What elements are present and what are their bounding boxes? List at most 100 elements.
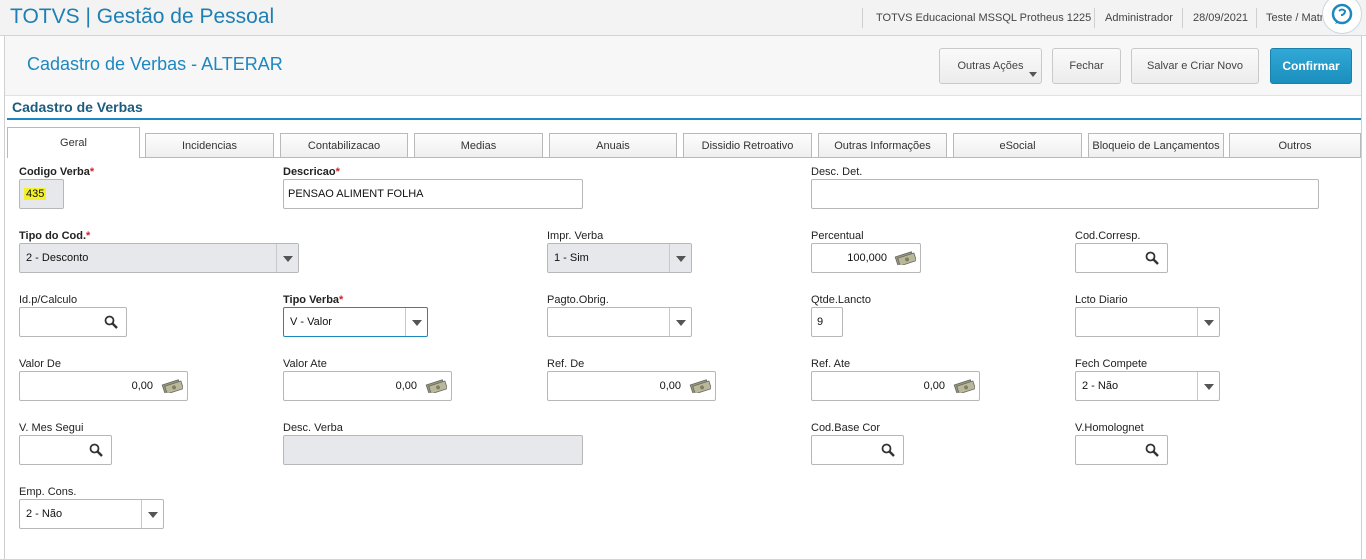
tab-anuais[interactable]: Anuais bbox=[549, 133, 677, 157]
ref-ate-field[interactable]: 0,00 bbox=[811, 371, 980, 401]
money-icon[interactable] bbox=[953, 379, 975, 393]
chevron-down-icon[interactable] bbox=[669, 308, 691, 336]
fech-compete-value: 2 - Não bbox=[1082, 380, 1119, 392]
frame-border bbox=[1361, 36, 1362, 559]
user-label[interactable]: Administrador bbox=[1105, 0, 1173, 36]
ref-de-field[interactable]: 0,00 bbox=[547, 371, 716, 401]
cod-corresp-field[interactable] bbox=[1075, 243, 1168, 273]
tab-divider bbox=[7, 157, 1361, 158]
emp-cons-value: 2 - Não bbox=[26, 508, 63, 520]
confirm-button[interactable]: Confirmar bbox=[1270, 48, 1352, 84]
tipo-verba-label: Tipo Verba* bbox=[283, 294, 344, 306]
id-calculo-field[interactable] bbox=[19, 307, 127, 337]
lcto-diario-select[interactable] bbox=[1075, 307, 1220, 337]
top-header: TOTVS | Gestão de Pessoal TOTVS Educacio… bbox=[0, 0, 1366, 36]
valor-de-field[interactable]: 0,00 bbox=[19, 371, 188, 401]
divider bbox=[1094, 8, 1095, 28]
money-icon[interactable] bbox=[425, 379, 447, 393]
environment-label: TOTVS Educacional MSSQL Protheus 1225 bbox=[876, 12, 1092, 24]
qtde-lancto-field[interactable]: 9 bbox=[811, 307, 843, 337]
codigo-verba-label: Codigo Verba* bbox=[19, 166, 95, 178]
divider bbox=[862, 8, 863, 28]
chat-icon bbox=[1331, 3, 1353, 25]
other-actions-label: Outras Ações bbox=[957, 60, 1024, 72]
money-icon[interactable] bbox=[161, 379, 183, 393]
chevron-down-icon[interactable] bbox=[276, 244, 298, 272]
chevron-down-icon[interactable] bbox=[1197, 308, 1219, 336]
chevron-down-icon[interactable] bbox=[1197, 372, 1219, 400]
money-icon[interactable] bbox=[894, 251, 916, 265]
tipo-cod-select[interactable]: 2 - Desconto bbox=[19, 243, 299, 273]
emp-cons-select[interactable]: 2 - Não bbox=[19, 499, 164, 529]
tipo-cod-label: Tipo do Cod.* bbox=[19, 230, 91, 242]
desc-verba-label: Desc. Verba bbox=[283, 422, 343, 434]
chevron-down-icon[interactable] bbox=[141, 500, 163, 528]
search-icon[interactable] bbox=[1145, 443, 1159, 457]
tipo-verba-value: V - Valor bbox=[290, 316, 332, 328]
ref-ate-label: Ref. Ate bbox=[811, 358, 851, 370]
search-icon[interactable] bbox=[1145, 251, 1159, 265]
descricao-field[interactable]: PENSAO ALIMENT FOLHA bbox=[283, 179, 583, 209]
page-title: Cadastro de Verbas - ALTERAR bbox=[27, 54, 283, 74]
descricao-value: PENSAO ALIMENT FOLHA bbox=[288, 188, 424, 200]
frame-border bbox=[4, 36, 5, 559]
tipo-cod-value: 2 - Desconto bbox=[26, 252, 89, 264]
divider bbox=[1182, 8, 1183, 28]
close-button[interactable]: Fechar bbox=[1052, 48, 1121, 84]
v-mes-segui-field[interactable] bbox=[19, 435, 112, 465]
ref-ate-value: 0,00 bbox=[923, 380, 945, 392]
tab-geral[interactable]: Geral bbox=[7, 127, 140, 158]
desc-verba-field[interactable] bbox=[283, 435, 583, 465]
pagto-obrig-select[interactable] bbox=[547, 307, 692, 337]
tab-dissidio-retroativo[interactable]: Dissidio Retroativo bbox=[683, 133, 812, 157]
branch-label[interactable]: Teste / Matr bbox=[1266, 0, 1323, 36]
chevron-down-icon[interactable] bbox=[405, 308, 427, 336]
qtde-lancto-value: 9 bbox=[817, 316, 824, 328]
save-and-new-button[interactable]: Salvar e Criar Novo bbox=[1131, 48, 1259, 84]
other-actions-button[interactable]: Outras Ações bbox=[939, 48, 1042, 84]
v-mes-segui-label: V. Mes Segui bbox=[19, 422, 84, 434]
fech-compete-select[interactable]: 2 - Não bbox=[1075, 371, 1220, 401]
valor-ate-field[interactable]: 0,00 bbox=[283, 371, 452, 401]
desc-det-field[interactable] bbox=[811, 179, 1319, 209]
emp-cons-label: Emp. Cons. bbox=[19, 486, 77, 498]
tab-incidencias[interactable]: Incidencias bbox=[145, 133, 274, 157]
qtde-lancto-label: Qtde.Lancto bbox=[811, 294, 871, 306]
cod-base-cor-field[interactable] bbox=[811, 435, 904, 465]
v-homolognet-field[interactable] bbox=[1075, 435, 1168, 465]
tab-esocial[interactable]: eSocial bbox=[953, 133, 1082, 157]
lcto-diario-label: Lcto Diario bbox=[1075, 294, 1128, 306]
percentual-field[interactable]: 100,000 bbox=[811, 243, 921, 273]
ref-de-value: 0,00 bbox=[659, 380, 681, 392]
impr-verba-label: Impr. Verba bbox=[547, 230, 604, 242]
tab-contabilizacao[interactable]: Contabilizacao bbox=[280, 133, 408, 157]
impr-verba-value: 1 - Sim bbox=[554, 252, 589, 264]
ref-de-label: Ref. De bbox=[547, 358, 585, 370]
codigo-verba-field[interactable]: 435 bbox=[19, 179, 64, 209]
cod-corresp-label: Cod.Corresp. bbox=[1075, 230, 1141, 242]
tab-outros[interactable]: Outros bbox=[1229, 133, 1361, 157]
date-label[interactable]: 28/09/2021 bbox=[1193, 0, 1248, 36]
section-title: Cadastro de Verbas bbox=[12, 99, 143, 115]
app-brand: TOTVS | Gestão de Pessoal bbox=[10, 5, 275, 28]
descricao-label: Descricao* bbox=[283, 166, 340, 178]
tipo-verba-select[interactable]: V - Valor bbox=[283, 307, 428, 337]
chevron-down-icon bbox=[1029, 72, 1037, 77]
search-icon[interactable] bbox=[881, 443, 895, 457]
tab-medias[interactable]: Medias bbox=[414, 133, 543, 157]
id-calculo-label: Id.p/Calculo bbox=[19, 294, 78, 306]
valor-de-value: 0,00 bbox=[131, 380, 153, 392]
chevron-down-icon[interactable] bbox=[669, 244, 691, 272]
search-icon[interactable] bbox=[89, 443, 103, 457]
divider bbox=[1256, 8, 1257, 28]
money-icon[interactable] bbox=[689, 379, 711, 393]
fech-compete-label: Fech Compete bbox=[1075, 358, 1148, 370]
section-divider bbox=[7, 118, 1361, 120]
tab-bloqueio-lancamentos[interactable]: Bloqueio de Lançamentos bbox=[1088, 133, 1224, 157]
chat-assistant-button[interactable] bbox=[1322, 0, 1362, 34]
tab-outras-informacoes[interactable]: Outras Informações bbox=[818, 133, 947, 157]
search-icon[interactable] bbox=[104, 315, 118, 329]
percentual-value: 100,000 bbox=[847, 252, 887, 264]
impr-verba-select[interactable]: 1 - Sim bbox=[547, 243, 692, 273]
valor-ate-label: Valor Ate bbox=[283, 358, 327, 370]
